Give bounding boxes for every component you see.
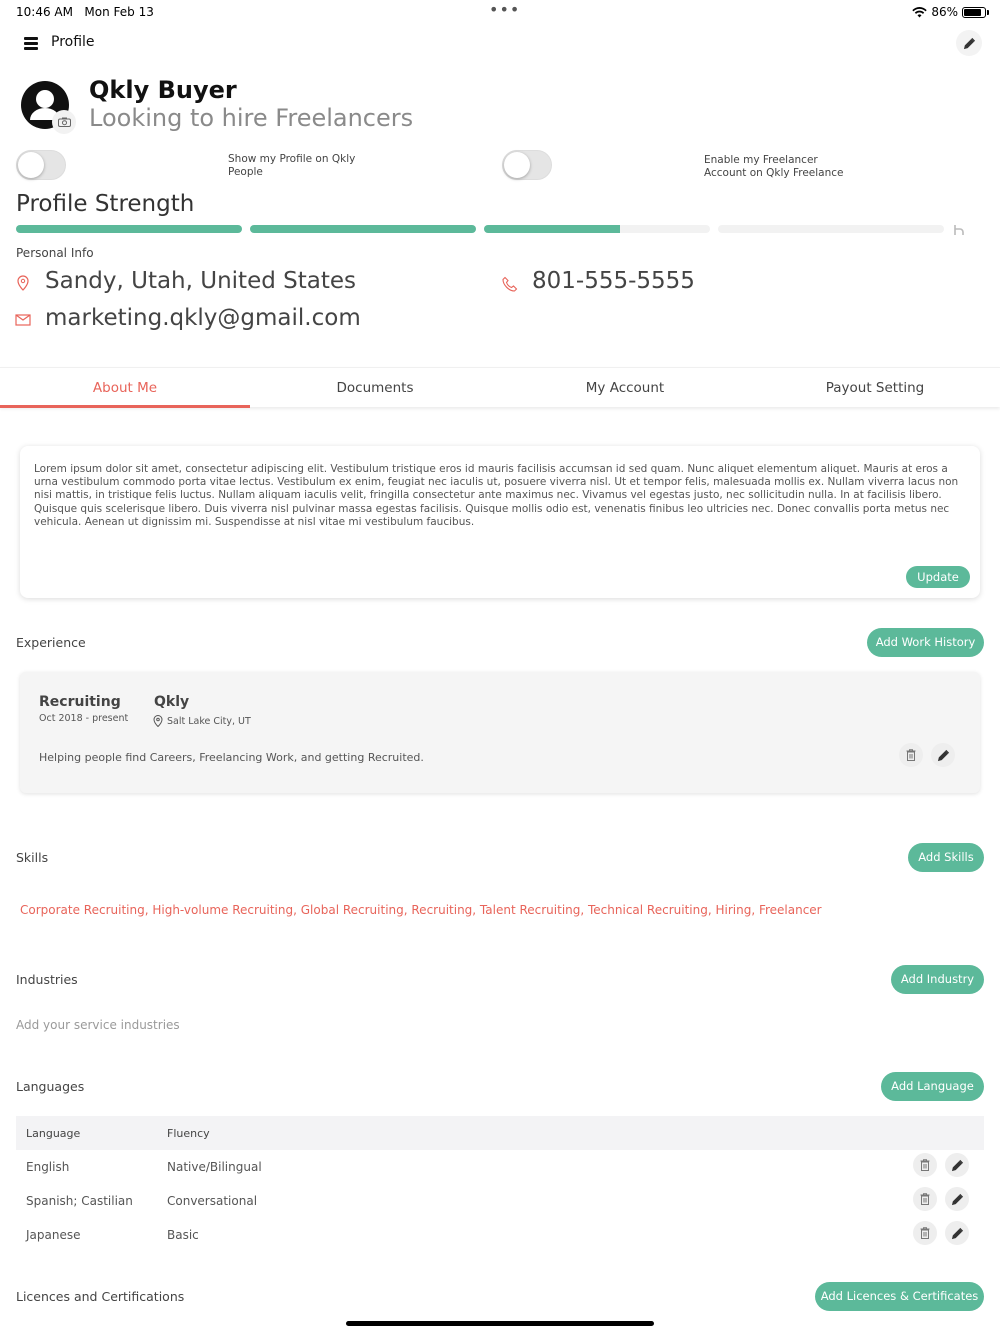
language-name: English [26, 1160, 70, 1174]
add-industry-button[interactable]: Add Industry [891, 965, 984, 994]
pencil-icon [963, 37, 975, 49]
tab-payout-setting[interactable]: Payout Setting [750, 368, 1000, 408]
location-pin-icon [153, 715, 163, 727]
header-fluency: Fluency [167, 1127, 210, 1140]
personal-info-label: Personal Info [16, 246, 94, 260]
pencil-icon [951, 1227, 963, 1239]
language-name: Spanish; Castilian [26, 1194, 133, 1208]
skills-label: Skills [16, 850, 49, 865]
header-language: Language [26, 1127, 81, 1140]
strength-segment-1 [16, 225, 242, 233]
show-profile-label: Show my Profile on Qkly People [228, 153, 356, 178]
experience-description: Helping people find Careers, Freelancing… [39, 751, 424, 764]
tab-about-me[interactable]: About Me [0, 368, 250, 408]
delete-language-button[interactable] [913, 1187, 937, 1211]
profile-tagline: Looking to hire Freelancers [89, 104, 414, 132]
phone-icon [502, 276, 518, 292]
experience-dates: Oct 2018 - present [39, 713, 129, 724]
status-bar: 10:46 AM Mon Feb 13 ••• 86% [0, 0, 1000, 24]
edit-language-button[interactable] [945, 1221, 969, 1245]
wifi-icon [912, 6, 928, 17]
trash-icon [920, 1159, 930, 1171]
trash-icon [920, 1227, 930, 1239]
home-indicator[interactable] [346, 1321, 654, 1326]
phone-text[interactable]: 801-555-5555 [532, 268, 695, 294]
email-icon [15, 314, 31, 326]
show-profile-toggle[interactable] [16, 150, 66, 180]
delete-experience-button[interactable] [899, 743, 923, 767]
tab-my-account[interactable]: My Account [500, 368, 750, 408]
language-name: Japanese [26, 1228, 81, 1242]
tab-documents[interactable]: Documents [250, 368, 500, 408]
pencil-icon [937, 749, 949, 761]
strength-segment-2 [250, 225, 476, 233]
language-fluency: Native/Bilingual [167, 1160, 262, 1174]
edit-language-button[interactable] [945, 1187, 969, 1211]
delete-language-button[interactable] [913, 1153, 937, 1177]
certifications-label: Licences and Certifications [16, 1289, 185, 1304]
languages-table-header: Language Fluency [16, 1116, 984, 1150]
language-fluency: Basic [167, 1228, 199, 1242]
edit-experience-button[interactable] [931, 743, 955, 767]
experience-title: Recruiting [39, 694, 121, 710]
trash-icon [920, 1193, 930, 1205]
add-language-button[interactable]: Add Language [881, 1072, 984, 1101]
profile-name: Qkly Buyer [89, 76, 237, 104]
delete-language-button[interactable] [913, 1221, 937, 1245]
enable-freelancer-label: Enable my Freelancer Account on Qkly Fre… [704, 154, 844, 179]
battery-percent: 86% [931, 5, 958, 19]
enable-freelancer-toggle[interactable] [502, 150, 552, 180]
strength-segment-3 [484, 225, 710, 233]
about-me-card: Lorem ipsum dolor sit amet, consectetur … [20, 446, 980, 598]
languages-label: Languages [16, 1079, 85, 1094]
add-work-history-button[interactable]: Add Work History [867, 628, 984, 657]
add-certificates-button[interactable]: Add Licences & Certificates [815, 1282, 984, 1311]
profile-strength-title: Profile Strength [16, 191, 195, 217]
battery-icon [962, 6, 989, 18]
trash-icon [906, 749, 916, 761]
add-skills-button[interactable]: Add Skills [908, 843, 984, 872]
industries-label: Industries [16, 972, 78, 987]
strength-end-icon [954, 225, 964, 235]
experience-item: Recruiting Oct 2018 - present Qkly Salt … [20, 672, 980, 793]
about-text[interactable]: Lorem ipsum dolor sit amet, consectetur … [34, 463, 968, 529]
edit-profile-button[interactable] [956, 30, 982, 56]
multitasking-dots-icon[interactable]: ••• [489, 0, 520, 19]
industries-placeholder: Add your service industries [16, 1018, 180, 1032]
location-pin-icon [17, 275, 29, 291]
email-text[interactable]: marketing.qkly@gmail.com [45, 305, 361, 331]
pencil-icon [951, 1159, 963, 1171]
camera-icon[interactable] [52, 110, 76, 134]
experience-company: Qkly [154, 694, 190, 710]
profile-tabs: About Me Documents My Account Payout Set… [0, 367, 1000, 408]
page-title: Profile [51, 34, 95, 50]
language-fluency: Conversational [167, 1194, 258, 1208]
experience-location: Salt Lake City, UT [167, 716, 251, 727]
edit-language-button[interactable] [945, 1153, 969, 1177]
status-time: 10:46 AM Mon Feb 13 [16, 5, 154, 19]
strength-segment-4 [718, 225, 944, 233]
location-text: Sandy, Utah, United States [45, 268, 356, 294]
skills-list: Corporate Recruiting, High-volume Recrui… [20, 903, 822, 917]
top-bar: Profile [0, 30, 1000, 58]
menu-icon[interactable] [24, 37, 38, 50]
experience-label: Experience [16, 635, 86, 650]
update-button[interactable]: Update [906, 566, 970, 588]
pencil-icon [951, 1193, 963, 1205]
